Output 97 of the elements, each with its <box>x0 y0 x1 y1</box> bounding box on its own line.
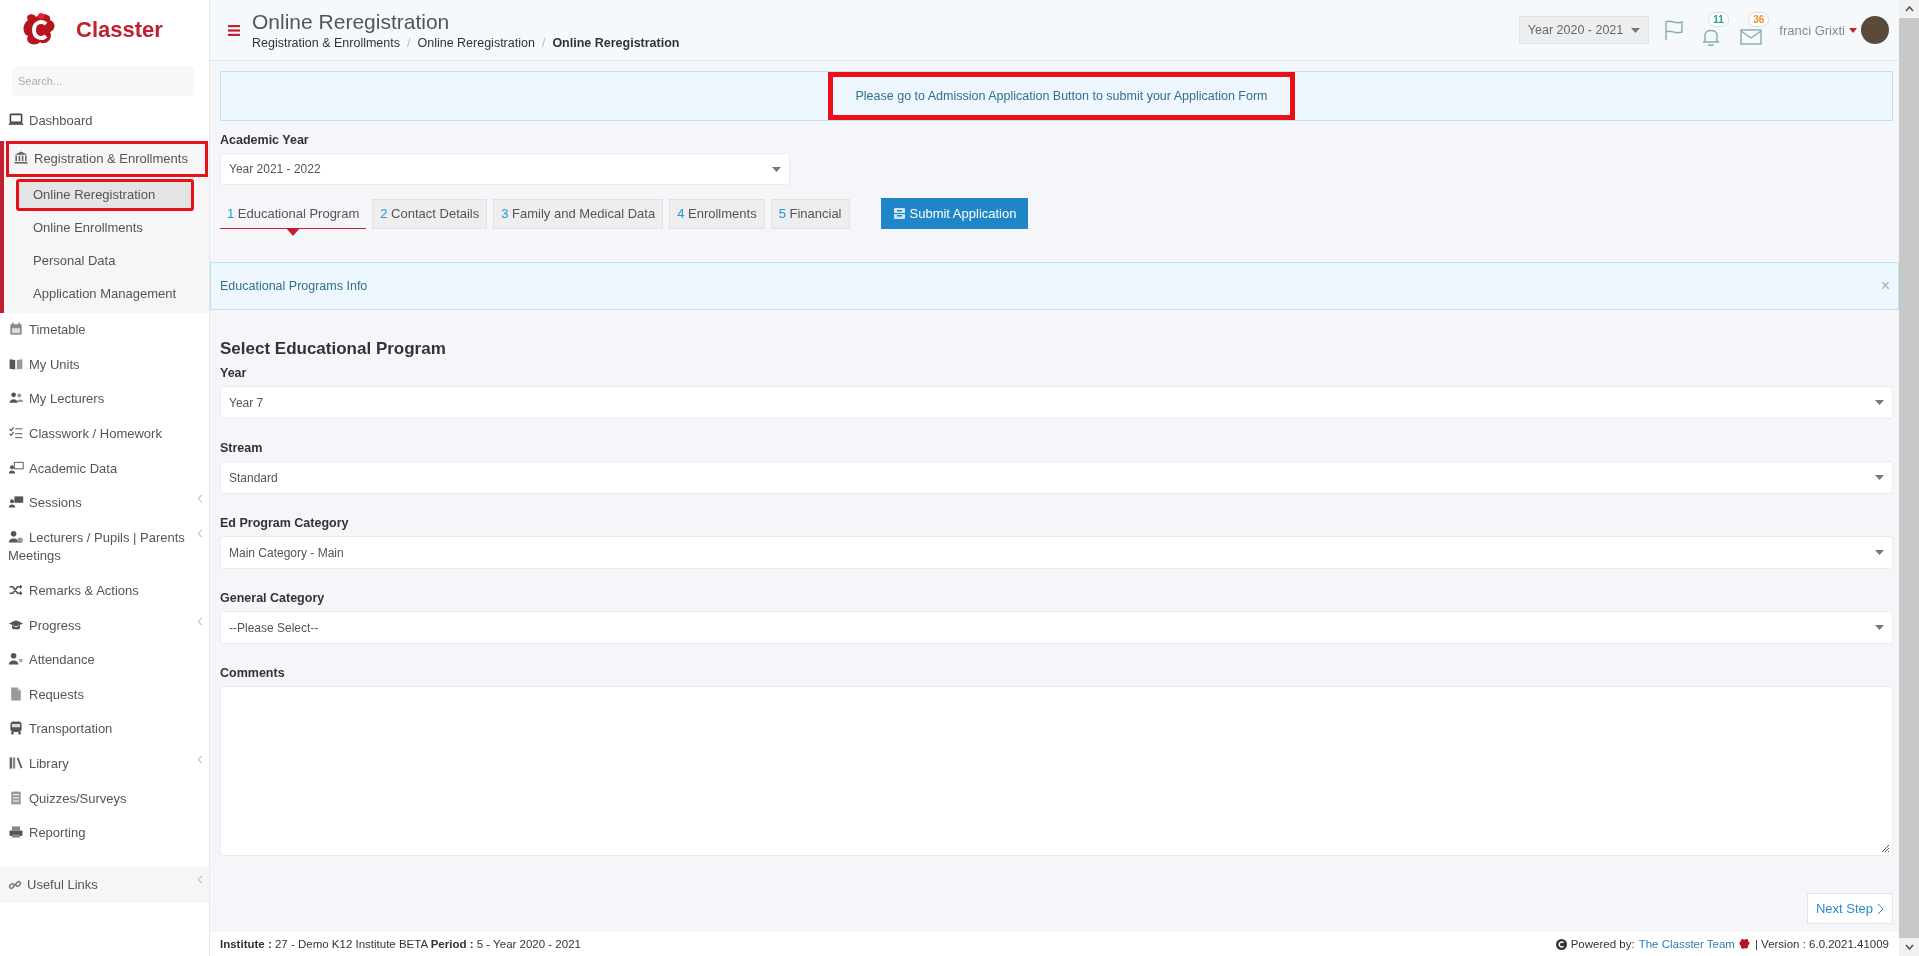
caret-down-icon <box>1849 27 1857 33</box>
powered-by-text: Powered by: <box>1570 938 1635 950</box>
sidebar-item[interactable]: Quizzes/Surveys <box>0 781 209 817</box>
message-badge: 36 <box>1748 12 1770 27</box>
footer-info: Institute : 27 - Demo K12 Institute BETA Period : 5 - Year 2020 - 2021 <box>220 938 581 950</box>
chevron-right-icon <box>1877 902 1884 915</box>
scroll-up-icon[interactable] <box>1904 6 1914 12</box>
active-pointer-icon <box>286 227 301 236</box>
list-icon <box>8 789 24 806</box>
caret-down-icon <box>1875 400 1884 405</box>
info-panel[interactable]: Educational Programs Info × <box>210 262 1899 310</box>
section-title: Select Educational Program <box>220 338 447 360</box>
archive-icon <box>892 207 906 220</box>
scrollbar-thumb[interactable] <box>1899 18 1919 938</box>
caret-down-icon <box>1875 550 1884 555</box>
field-label: Stream <box>220 441 264 456</box>
copyright-icon <box>1555 938 1567 950</box>
step-tab[interactable]: 4 Enrollments <box>669 198 765 229</box>
sidebar-item[interactable]: Sessions <box>0 486 209 521</box>
sidebar-item[interactable]: Dashboard <box>0 104 209 139</box>
next-step-button[interactable]: Next Step <box>1806 893 1893 924</box>
sidebar-item[interactable]: Academic Data <box>0 451 209 487</box>
notification-badge: 11 <box>1708 12 1729 27</box>
sidebar-item[interactable]: Classwork / Homework <box>0 416 209 452</box>
sidebar-item[interactable]: My Units <box>0 347 209 383</box>
sidebar-item[interactable]: Registration & Enrollments <box>6 140 208 178</box>
select-field[interactable]: --Please Select-- <box>220 611 1893 644</box>
sidebar-item[interactable]: Progress <box>0 608 209 644</box>
sidebar-item[interactable]: My Lecturers <box>0 382 209 417</box>
resize-handle-icon[interactable] <box>1881 844 1890 853</box>
field-label: Comments <box>220 666 286 681</box>
chalkboard-user-icon <box>8 494 24 511</box>
chevron-left-icon <box>197 874 203 884</box>
comments-field[interactable] <box>220 686 1893 856</box>
printer-icon <box>8 824 24 841</box>
sidebar-item[interactable]: Useful Links <box>0 866 209 904</box>
breadcrumb-item: Online Reregistration <box>552 36 680 50</box>
step-tab[interactable]: 3 Family and Medical Data <box>493 198 664 229</box>
presentation-user-icon <box>8 459 24 476</box>
team-link[interactable]: The Classter Team <box>1638 938 1735 950</box>
caret-down-icon <box>1875 475 1884 480</box>
submit-application-button[interactable]: Submit Application <box>880 198 1029 229</box>
field-label: Year <box>220 366 248 381</box>
user-x-icon <box>8 651 24 668</box>
sidebar-item[interactable]: Reporting <box>0 816 209 851</box>
caret-down-icon <box>772 166 781 172</box>
select-field[interactable]: Year 2021 - 2022 <box>220 153 790 185</box>
breadcrumb-item[interactable]: Registration & Enrollments <box>252 36 400 50</box>
bus-icon <box>8 720 24 737</box>
info-panel-title: Educational Programs Info <box>220 279 368 293</box>
chevron-left-icon <box>197 616 203 626</box>
chevron-left-icon <box>197 754 203 764</box>
breadcrumb-separator: / <box>541 36 546 50</box>
books-icon <box>8 754 24 771</box>
field-label: General Category <box>220 591 326 606</box>
bank-icon <box>13 149 29 166</box>
version-text: | Version : 6.0.2021.41009 <box>1754 938 1889 950</box>
field-label: Ed Program Category <box>220 516 350 531</box>
sidebar-subitem[interactable]: Online Reregistration <box>16 179 194 212</box>
sidebar-item[interactable]: Attendance <box>0 643 209 678</box>
step-tab[interactable]: 5 Financial <box>770 198 850 229</box>
chevron-left-icon <box>197 528 203 538</box>
sidebar-item[interactable]: Transportation <box>0 712 209 747</box>
notice-text: Please go to Admission Application Button to submit your Application Form <box>828 72 1295 120</box>
breadcrumb-item[interactable]: Online Reregistration <box>417 36 535 50</box>
sidebar-item[interactable]: Requests <box>0 677 209 713</box>
checklist-icon <box>8 424 24 441</box>
user-clock-icon <box>8 528 24 545</box>
logo-text: Classter <box>76 17 163 43</box>
document-icon <box>8 685 24 702</box>
sidebar-item[interactable]: Remarks & Actions <box>0 573 209 609</box>
select-field[interactable]: Standard <box>220 461 1893 494</box>
calendar-icon <box>8 321 24 338</box>
sidebar-item[interactable]: Lecturers / Pupils | Parents Meetings <box>0 520 209 574</box>
step-tab[interactable]: 2 Contact Details <box>372 198 488 229</box>
menu-icon[interactable] <box>228 24 240 36</box>
sidebar-item[interactable]: Timetable <box>0 313 209 348</box>
user-menu[interactable]: franci Grixti <box>1779 16 1889 44</box>
page-title: Online Reregistration <box>252 10 451 34</box>
select-field[interactable]: Main Category - Main <box>220 536 1893 569</box>
year-dropdown[interactable]: Year 2020 - 2021 <box>1518 16 1650 44</box>
laptop-icon <box>8 112 24 128</box>
step-tab[interactable]: 1 Educational Program <box>220 198 367 229</box>
scroll-down-icon[interactable] <box>1904 944 1914 950</box>
sidebar-subitem[interactable]: Online Enrollments <box>16 212 154 245</box>
sidebar-subitem[interactable]: Personal Data <box>16 245 154 278</box>
sidebar-subitem[interactable]: Application Management <box>16 278 188 311</box>
breadcrumb-separator: / <box>407 36 411 50</box>
caret-down-icon <box>1875 625 1884 630</box>
logo-icon <box>1738 938 1751 950</box>
avatar[interactable] <box>1861 16 1889 44</box>
caret-down-icon <box>1631 27 1641 33</box>
select-field[interactable]: Year 7 <box>220 386 1893 419</box>
search-field[interactable]: Search... <box>12 66 194 96</box>
chevron-left-icon <box>197 494 203 504</box>
field-label: Academic Year <box>220 133 310 148</box>
sidebar-item[interactable]: Library <box>0 746 209 782</box>
